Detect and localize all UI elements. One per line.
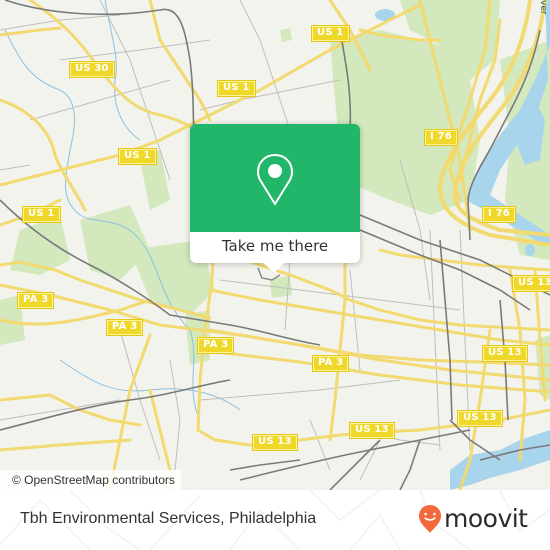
road-shield-i-76: I 76	[482, 206, 516, 223]
river-label: ver	[538, 0, 548, 15]
location-pin-icon	[256, 153, 294, 206]
road-shield-pa-3: PA 3	[16, 292, 55, 309]
road-shield-us-13: US 13	[252, 434, 298, 451]
road-shield-pa-3: PA 3	[196, 337, 235, 354]
place-title: Tbh Environmental Services, Philadelphia	[20, 510, 317, 527]
popup-header	[190, 124, 360, 232]
road-shield-us-30: US 30	[69, 61, 115, 78]
footer-bar: Tbh Environmental Services, Philadelphia…	[0, 490, 550, 550]
road-shield-pa-3: PA 3	[311, 355, 350, 372]
road-shield-us-1: US 1	[22, 206, 61, 223]
road-shield-pa-3: PA 3	[105, 319, 144, 336]
moovit-wordmark: moovit	[444, 504, 528, 533]
moovit-pin-icon	[419, 505, 441, 533]
road-shield-us-13: US 13	[349, 422, 395, 439]
road-shield-us-1: US 1	[217, 80, 256, 97]
location-popup: Take me there	[190, 124, 360, 273]
map-attribution[interactable]: © OpenStreetMap contributors	[0, 470, 181, 490]
take-me-there-button[interactable]: Take me there	[190, 232, 360, 263]
road-shield-us-13: US 13	[512, 275, 550, 292]
map-view[interactable]: US 30 US 1 US 1 US 1 US 1 US 1 I 76 I 76…	[0, 0, 550, 490]
road-shield-us-1: US 1	[311, 25, 350, 42]
road-shield-us-13: US 13	[457, 410, 503, 427]
moovit-logo[interactable]: moovit	[418, 504, 528, 534]
popup-pointer	[264, 263, 284, 273]
road-shield-i-76: I 76	[424, 129, 458, 146]
road-shield-us-1: US 1	[118, 148, 157, 165]
road-shield-us-13: US 13	[482, 345, 528, 362]
